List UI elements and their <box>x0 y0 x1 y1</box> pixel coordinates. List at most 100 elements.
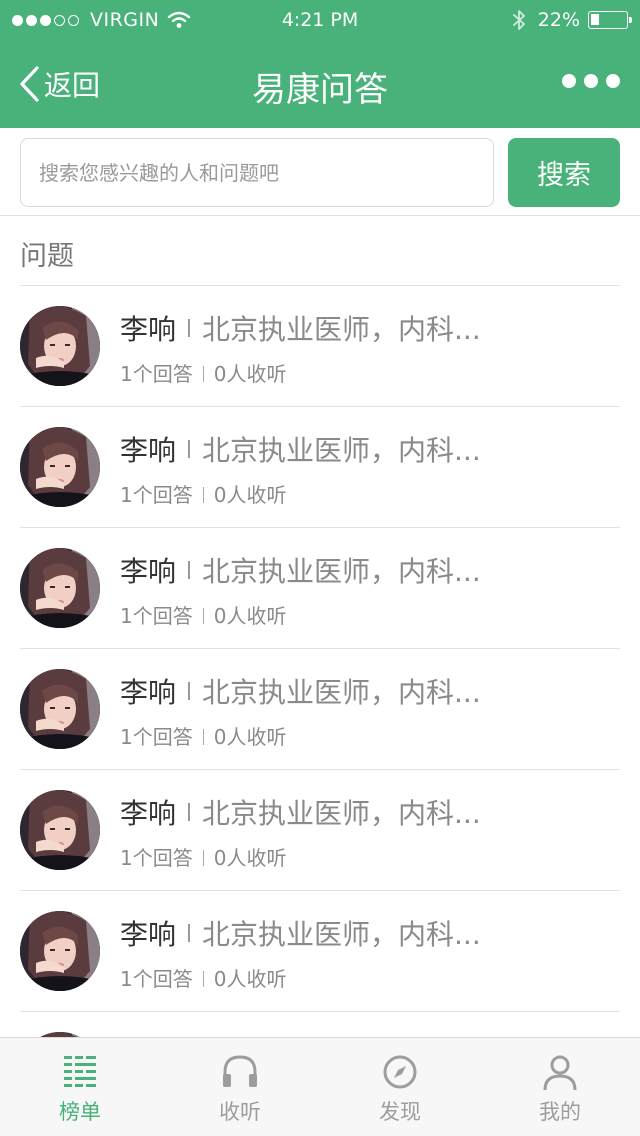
expert-description: 北京执业医师，内科... <box>202 797 481 830</box>
question-item[interactable]: 李响 北京执业医师，内科... 1个回答 0人收听 <box>20 649 620 770</box>
tab-discover[interactable]: 发现 <box>320 1038 480 1136</box>
title-separator <box>188 924 191 942</box>
question-meta: 1个回答 0人收听 <box>120 963 286 992</box>
expert-name: 李响 <box>120 797 177 830</box>
answer-count: 1个回答 <box>120 483 193 507</box>
avatar-photo <box>20 790 100 870</box>
search-input[interactable] <box>20 138 494 207</box>
chevron-left-icon <box>20 66 39 102</box>
listener-count: 0人收听 <box>213 725 287 749</box>
avatar-photo <box>20 911 100 991</box>
listener-count: 0人收听 <box>213 362 287 386</box>
tab-label: 收听 <box>219 1100 261 1124</box>
question-item[interactable] <box>20 1012 620 1037</box>
expert-name: 李响 <box>120 676 177 709</box>
answer-count: 1个回答 <box>120 967 193 991</box>
title-separator <box>188 440 191 458</box>
meta-separator <box>202 366 204 382</box>
question-meta: 1个回答 0人收听 <box>120 479 286 508</box>
avatar[interactable] <box>20 427 100 507</box>
back-label: 返回 <box>44 69 101 102</box>
more-dot <box>606 74 620 88</box>
battery-icon <box>588 11 632 29</box>
question-headline: 李响 北京执业医师，内科... <box>120 792 610 832</box>
avatar-photo <box>20 306 100 386</box>
question-headline: 李响 北京执业医师，内科... <box>120 550 610 590</box>
back-button[interactable]: 返回 <box>18 64 100 104</box>
avatar[interactable] <box>20 790 100 870</box>
battery-nub <box>629 17 632 23</box>
battery-fill <box>591 14 599 25</box>
meta-separator <box>202 487 204 503</box>
expert-name: 李响 <box>120 434 177 467</box>
person-icon <box>543 1055 577 1091</box>
avatar-photo <box>20 548 100 628</box>
answer-count: 1个回答 <box>120 846 193 870</box>
expert-description: 北京执业医师，内科... <box>202 918 481 951</box>
question-item[interactable]: 李响 北京执业医师，内科... 1个回答 0人收听 <box>20 407 620 528</box>
meta-separator <box>202 729 204 745</box>
answer-count: 1个回答 <box>120 725 193 749</box>
listener-count: 0人收听 <box>213 604 287 628</box>
avatar[interactable] <box>20 306 100 386</box>
compass-icon <box>383 1055 417 1089</box>
title-separator <box>188 319 191 337</box>
listener-count: 0人收听 <box>213 967 287 991</box>
avatar[interactable] <box>20 911 100 991</box>
meta-separator <box>202 850 204 866</box>
meta-separator <box>202 608 204 624</box>
section-title: 问题 <box>20 241 74 272</box>
search-button[interactable]: 搜索 <box>508 138 620 207</box>
expert-description: 北京执业医师，内科... <box>202 313 481 346</box>
question-item[interactable]: 李响 北京执业医师，内科... 1个回答 0人收听 <box>20 770 620 891</box>
title-separator <box>188 561 191 579</box>
expert-description: 北京执业医师，内科... <box>202 434 481 467</box>
avatar-photo <box>20 427 100 507</box>
tab-label: 我的 <box>539 1100 581 1124</box>
expert-description: 北京执业医师，内科... <box>202 676 481 709</box>
question-meta: 1个回答 0人收听 <box>120 721 286 750</box>
tab-ranking[interactable]: 榜单 <box>0 1038 160 1136</box>
question-item[interactable]: 李响 北京执业医师，内科... 1个回答 0人收听 <box>20 528 620 649</box>
expert-name: 李响 <box>120 313 177 346</box>
question-headline: 李响 北京执业医师，内科... <box>120 308 610 348</box>
battery-percent: 22% <box>537 9 580 31</box>
question-headline: 李响 北京执业医师，内科... <box>120 671 610 711</box>
question-item[interactable]: 李响 北京执业医师，内科... 1个回答 0人收听 <box>20 891 620 1012</box>
question-meta: 1个回答 0人收听 <box>120 600 286 629</box>
question-meta: 1个回答 0人收听 <box>120 358 286 387</box>
tab-label: 发现 <box>379 1100 421 1124</box>
title-separator <box>188 803 191 821</box>
more-dots-icon[interactable] <box>554 74 620 88</box>
listener-count: 0人收听 <box>213 483 287 507</box>
answer-count: 1个回答 <box>120 604 193 628</box>
expert-name: 李响 <box>120 555 177 588</box>
search-bar: 搜索 <box>0 128 640 216</box>
expert-description: 北京执业医师，内科... <box>202 555 481 588</box>
avatar-photo <box>20 669 100 749</box>
more-dot <box>584 74 598 88</box>
listener-count: 0人收听 <box>213 846 287 870</box>
ranking-list-icon <box>64 1056 96 1087</box>
meta-separator <box>202 971 204 987</box>
nav-bar: 返回 易康问答 <box>0 40 640 128</box>
question-meta: 1个回答 0人收听 <box>120 842 286 871</box>
question-list: 李响 北京执业医师，内科... 1个回答 0人收听 李响 北京执业医师，内科... 1个回答… <box>20 286 620 1037</box>
question-headline: 李响 北京执业医师，内科... <box>120 913 610 953</box>
tab-bar: 榜单 收听 发现 我的 <box>0 1037 640 1136</box>
expert-name: 李响 <box>120 918 177 951</box>
tab-label: 榜单 <box>59 1100 101 1124</box>
avatar[interactable] <box>20 669 100 749</box>
tab-listen[interactable]: 收听 <box>160 1038 320 1136</box>
more-dot <box>562 74 576 88</box>
bluetooth-icon <box>512 10 525 30</box>
answer-count: 1个回答 <box>120 362 193 386</box>
avatar[interactable] <box>20 548 100 628</box>
headphones-icon <box>223 1055 257 1087</box>
title-separator <box>188 682 191 700</box>
question-headline: 李响 北京执业医师，内科... <box>120 429 610 469</box>
tab-mine[interactable]: 我的 <box>480 1038 640 1136</box>
question-item[interactable]: 李响 北京执业医师，内科... 1个回答 0人收听 <box>20 286 620 407</box>
status-right: 22% <box>512 9 632 31</box>
status-bar: VIRGIN 4:21 PM 22% <box>0 0 640 40</box>
